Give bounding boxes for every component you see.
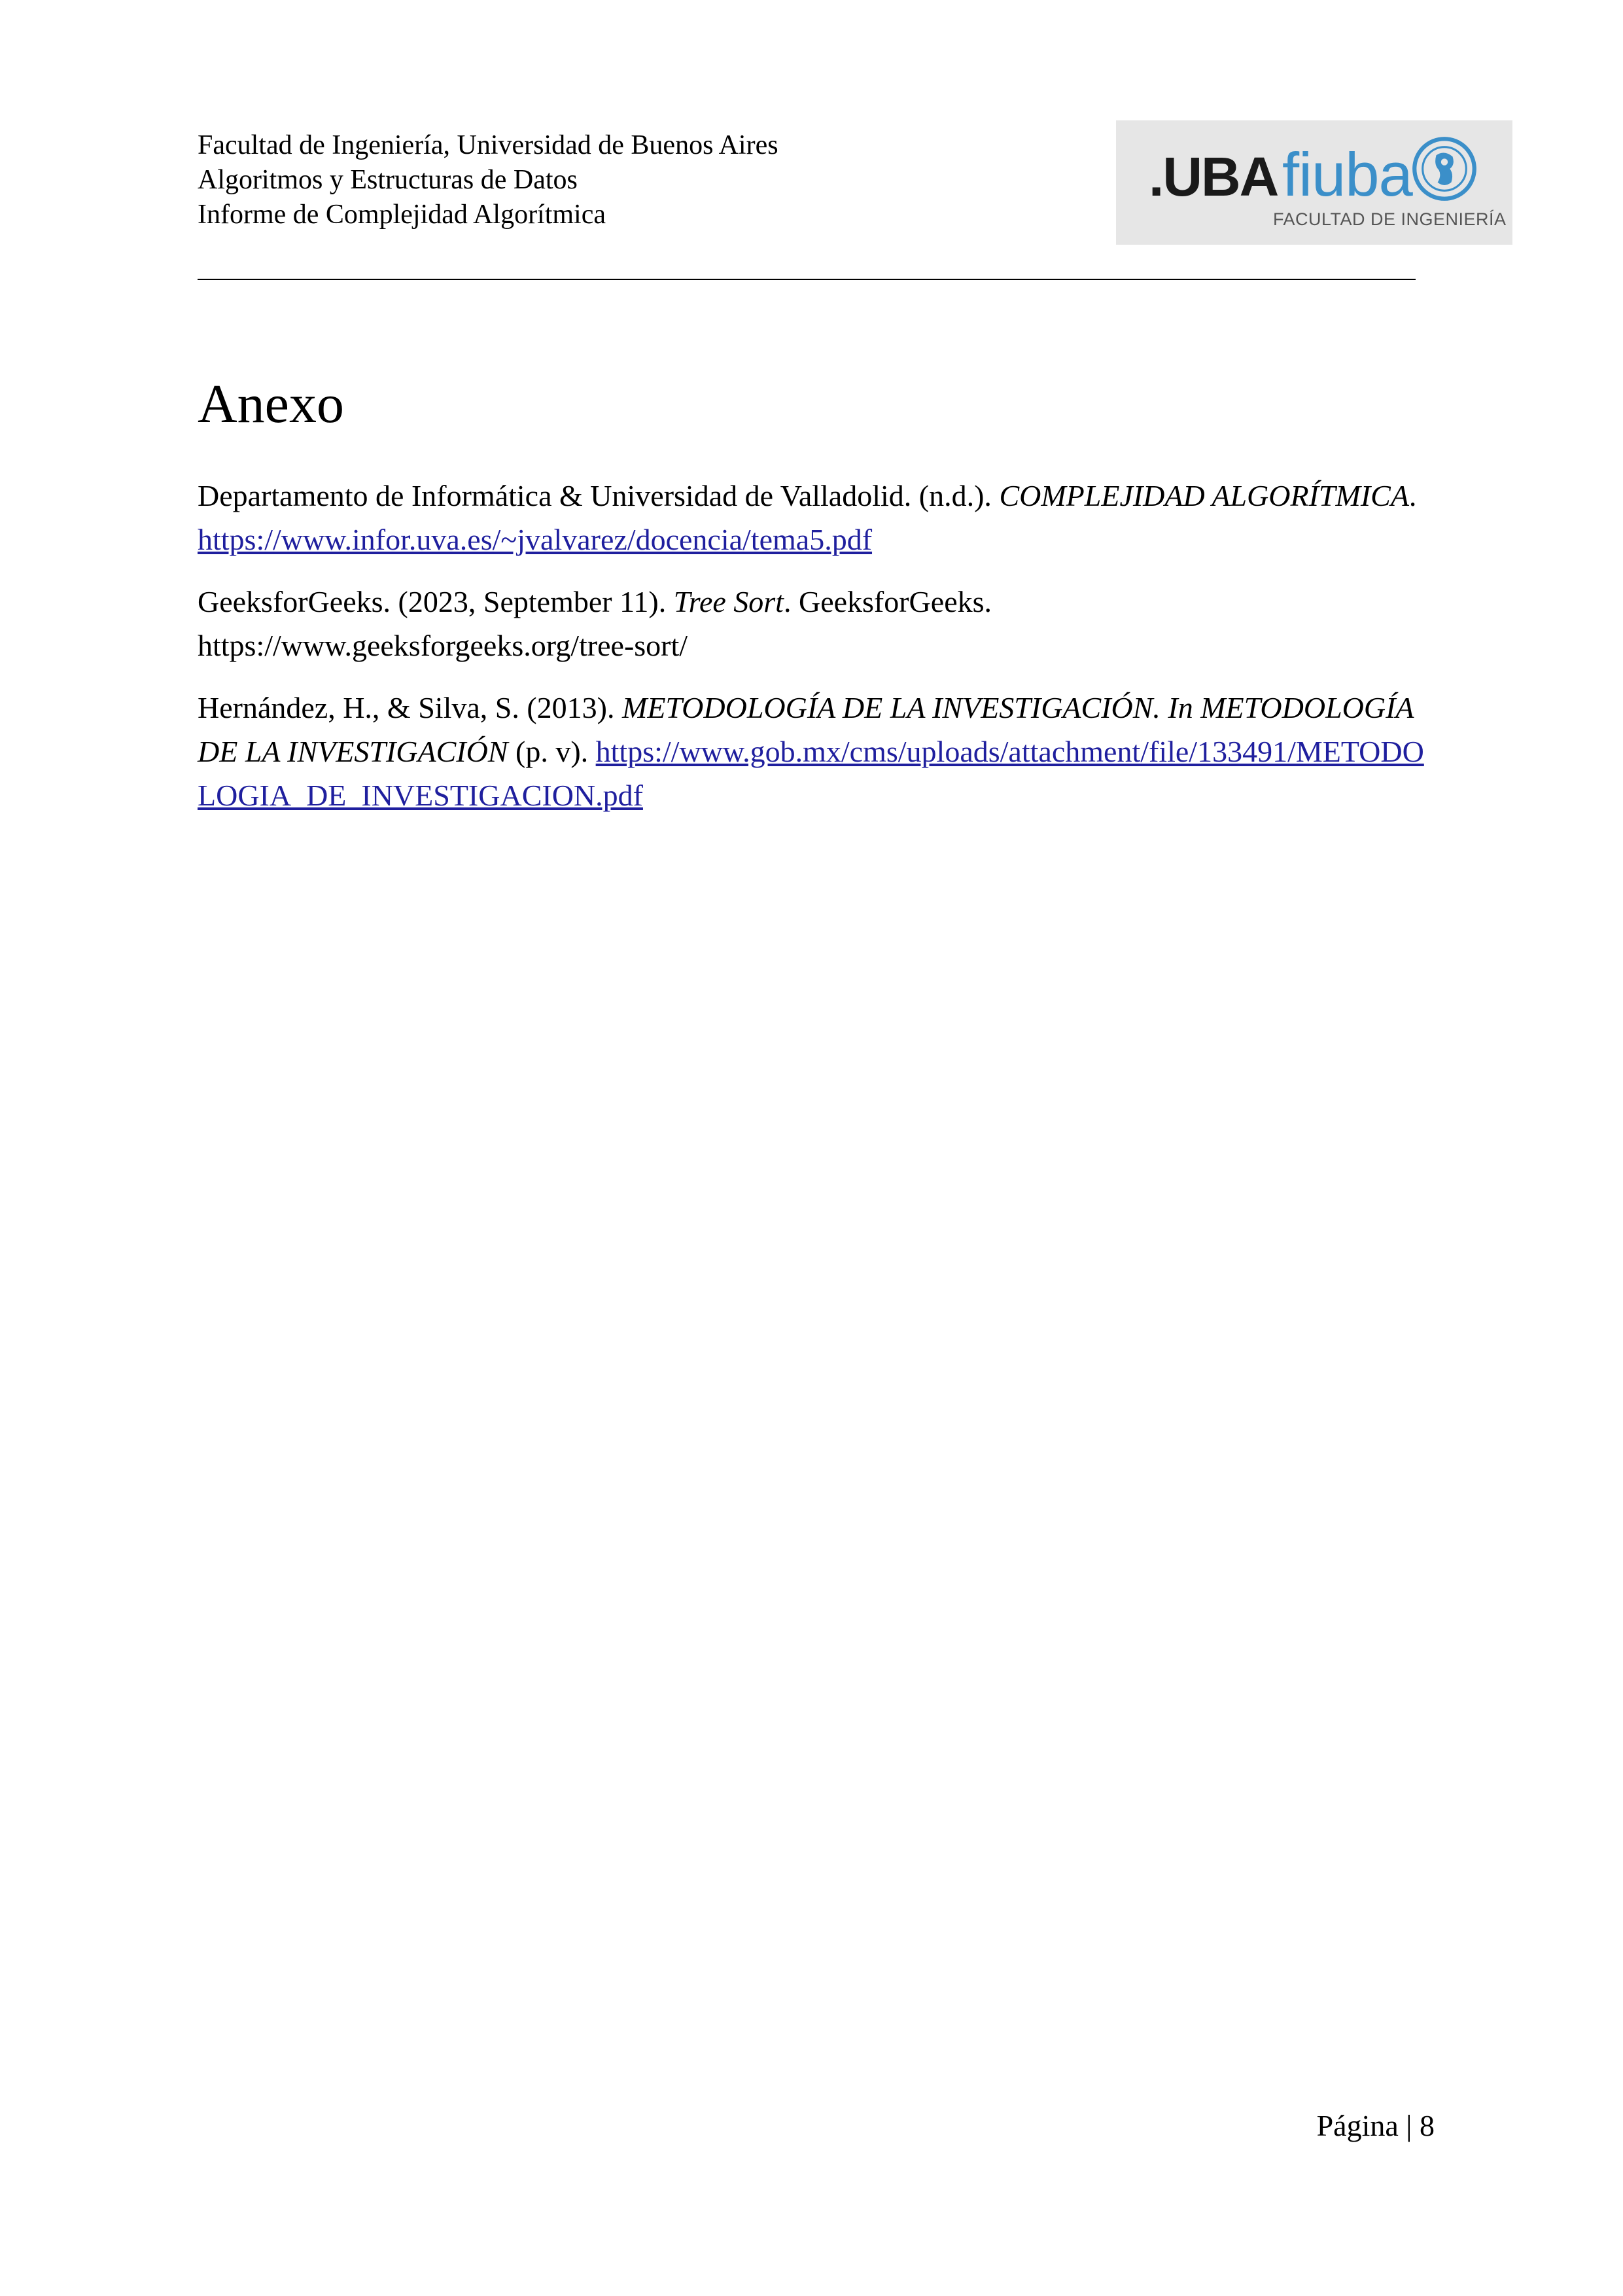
logo-fiuba-text: fiuba (1282, 140, 1413, 209)
reference-text: (p. v). (508, 735, 596, 768)
header-line-report: Informe de Complejidad Algorítmica (198, 200, 606, 230)
reference-item: Hernández, H., & Silva, S. (2013). METOD… (198, 686, 1427, 817)
reference-text: Departamento de Informática & Universida… (198, 479, 1000, 512)
reference-title: Tree Sort (673, 585, 784, 618)
header-line-faculty: Facultad de Ingeniería, Universidad de B… (198, 130, 778, 160)
reference-item: Departamento de Informática & Universida… (198, 474, 1427, 561)
reference-item: GeeksforGeeks. (2023, September 11). Tre… (198, 580, 1427, 667)
header-divider (198, 279, 1416, 280)
references-list: Departamento de Informática & Universida… (198, 474, 1427, 836)
reference-text: . (1408, 479, 1417, 512)
reference-text: GeeksforGeeks. (2023, September 11). (198, 585, 674, 618)
header-line-course: Algoritmos y Estructuras de Datos (198, 165, 578, 195)
reference-text: Hernández, H., & Silva, S. (2013). (198, 691, 622, 724)
logo-uba-text: .UBA (1149, 146, 1279, 207)
fiuba-emblem-icon (1412, 137, 1476, 201)
page-number: Página | 8 (1316, 2109, 1435, 2142)
document-header: Facultad de Ingeniería, Universidad de B… (198, 128, 778, 232)
reference-title: COMPLEJIDAD ALGORÍTMICA (999, 479, 1409, 512)
logo-subtitle: FACULTAD DE INGENIERÍA (1273, 209, 1507, 229)
uba-fiuba-logo: .UBA fiuba FACULTAD DE INGENIERÍA (1116, 120, 1512, 245)
page-title: Anexo (198, 374, 344, 434)
reference-link[interactable]: https://www.infor.uva.es/~jvalvarez/doce… (198, 523, 872, 556)
